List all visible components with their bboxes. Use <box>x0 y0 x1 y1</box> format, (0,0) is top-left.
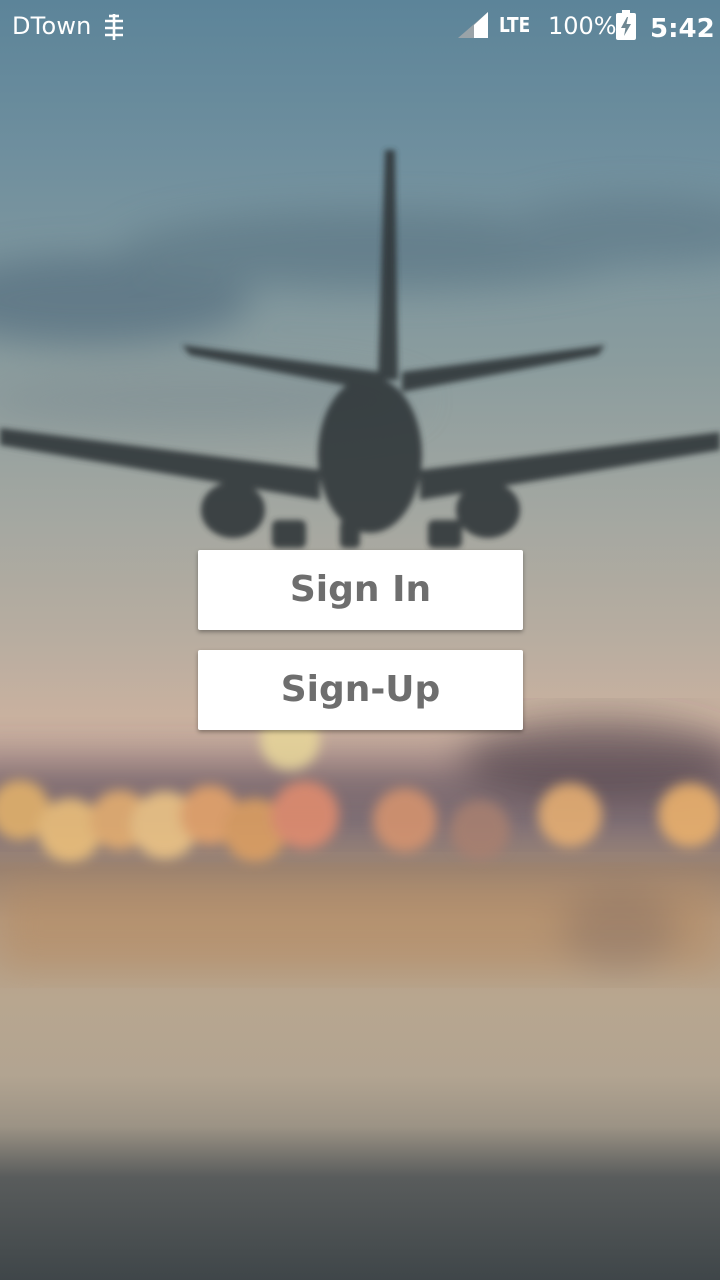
battery-percent: 100% <box>548 12 617 40</box>
hd-voice-icon <box>105 14 123 40</box>
cell-signal-icon <box>458 12 488 38</box>
welcome-screen: DTown LTE 100% 5:42 Sign In Sign-Up <box>0 0 720 1280</box>
clock: 5:42 <box>650 14 715 44</box>
network-type-label: LTE <box>499 13 531 37</box>
sign-up-button[interactable]: Sign-Up <box>198 650 523 730</box>
sign-in-button[interactable]: Sign In <box>198 550 523 630</box>
battery-charging-icon <box>616 10 636 40</box>
carrier-name: DTown <box>12 12 92 40</box>
auth-button-group: Sign In Sign-Up <box>198 550 523 750</box>
status-bar: DTown LTE 100% 5:42 <box>0 0 720 56</box>
